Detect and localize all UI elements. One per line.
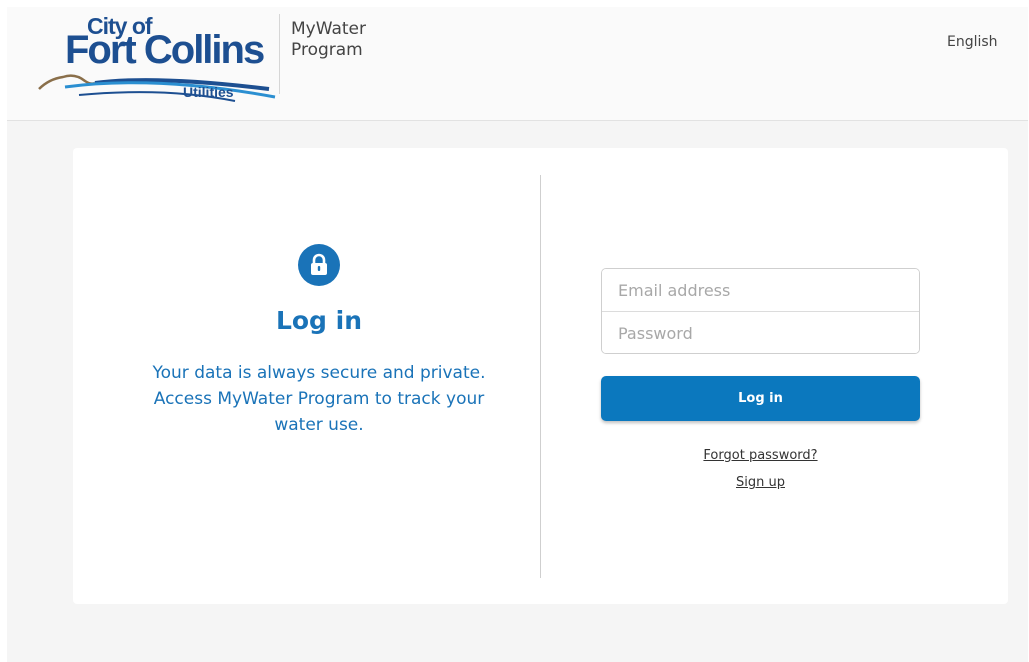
card-divider [540, 175, 541, 578]
login-heading: Log in [275, 306, 363, 335]
login-button[interactable]: Log in [601, 376, 920, 421]
password-field[interactable] [602, 312, 919, 353]
header-divider [279, 14, 280, 94]
forgot-password-link[interactable]: Forgot password? [601, 448, 920, 463]
language-selector[interactable]: English [947, 34, 998, 50]
logo-text-utilities: Utilities [183, 84, 234, 100]
lock-icon [298, 244, 340, 286]
header: City of Fort Collins Utilities MyWater P… [7, 7, 1028, 121]
credentials-box [601, 268, 920, 354]
email-field[interactable] [602, 269, 919, 311]
login-card: Log in Your data is always secure and pr… [73, 148, 1008, 604]
sign-up-link[interactable]: Sign up [601, 475, 920, 490]
city-logo[interactable]: City of Fort Collins Utilities [35, 13, 279, 105]
security-message: Your data is always secure and private. … [152, 363, 486, 435]
program-name: MyWater Program [291, 19, 366, 60]
logo-text-name: Fort Collins [65, 28, 265, 72]
page-frame: City of Fort Collins Utilities MyWater P… [7, 7, 1028, 662]
